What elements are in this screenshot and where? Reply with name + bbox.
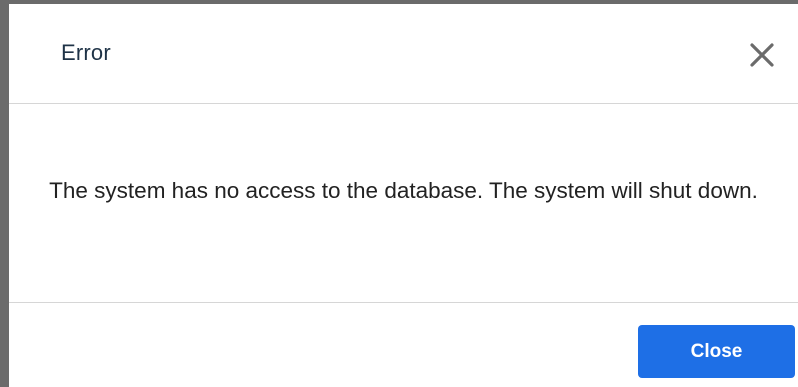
- dialog-body: The system has no access to the database…: [9, 104, 798, 303]
- window-frame-left: [0, 0, 9, 387]
- close-button[interactable]: Close: [638, 325, 795, 378]
- dialog-footer: Close: [9, 303, 798, 387]
- error-message: The system has no access to the database…: [49, 178, 758, 203]
- dialog-title: Error: [61, 40, 111, 65]
- dialog-header: Error: [9, 4, 798, 104]
- error-dialog: Error The system has no access to the da…: [9, 4, 798, 387]
- close-icon[interactable]: [747, 40, 777, 70]
